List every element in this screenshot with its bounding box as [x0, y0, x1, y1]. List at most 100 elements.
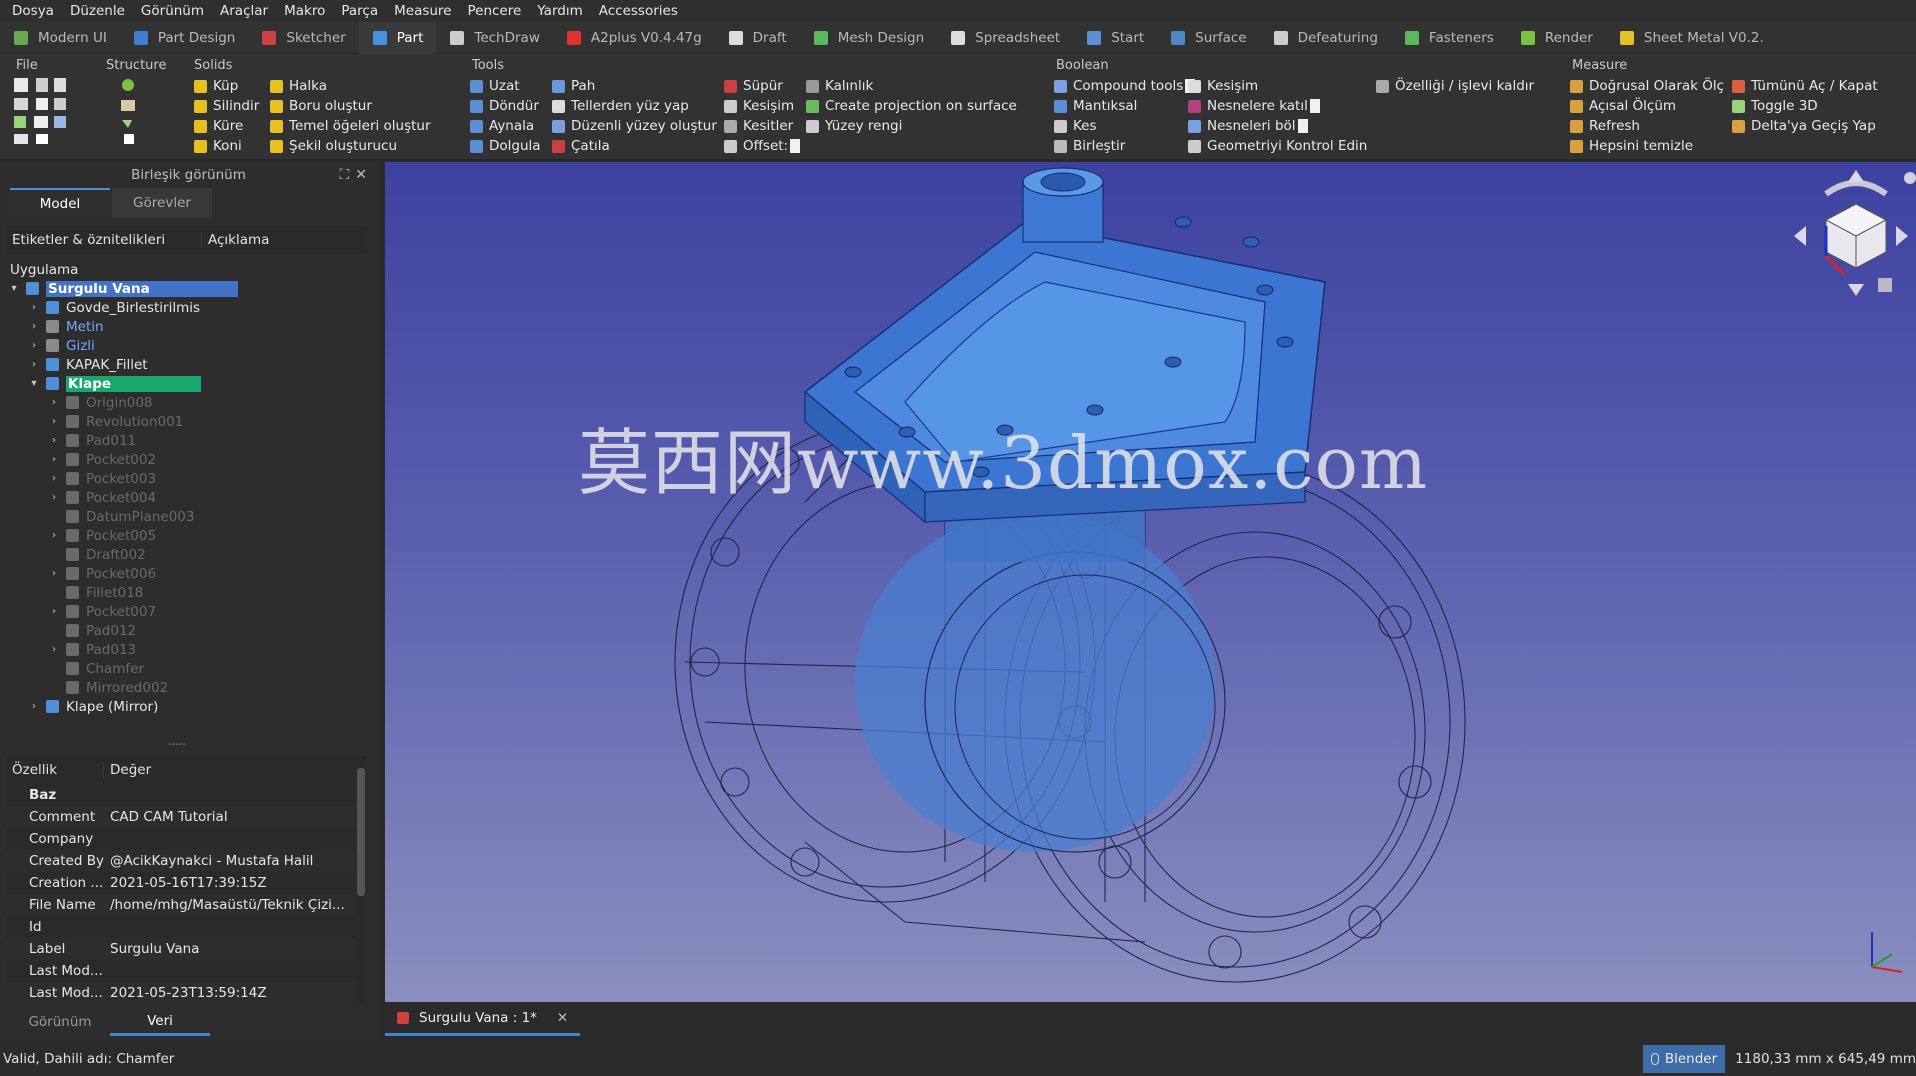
- tree-item-govde-birlestirilmis[interactable]: › Govde_Birlestirilmis: [6, 298, 366, 317]
- menu-ara-lar[interactable]: Araçlar: [212, 3, 276, 19]
- menu-par-a[interactable]: Parça: [333, 3, 386, 19]
- tool-kesi-im[interactable]: Kesişim: [724, 96, 800, 116]
- chevron-right-icon[interactable]: ›: [28, 340, 40, 351]
- chevron-right-icon[interactable]: ›: [48, 454, 60, 465]
- chevron-right-icon[interactable]: ›: [48, 568, 60, 579]
- tool-s-p-r[interactable]: Süpür: [724, 76, 800, 96]
- tool-a-sal-l-m[interactable]: Açısal Ölçüm: [1570, 96, 1724, 116]
- property-row[interactable]: Id: [6, 916, 366, 938]
- splitter-handle[interactable]: -----: [168, 739, 186, 750]
- tree-item-mirrored002[interactable]: Mirrored002: [6, 678, 366, 697]
- close-tab-icon[interactable]: ✕: [557, 1010, 568, 1026]
- workbench-part[interactable]: Part: [358, 21, 437, 54]
- tool-geometriyi-kontrol-edin[interactable]: Geometriyi Kontrol Edin: [1188, 136, 1367, 156]
- 3d-viewport[interactable]: 莫西网www.3dmox.com: [385, 162, 1916, 1002]
- chevron-right-icon[interactable]: ›: [48, 435, 60, 446]
- structure-tool-icons[interactable]: [104, 74, 144, 144]
- tool-do-rusal-olarak-l[interactable]: Doğrusal Olarak Ölç: [1570, 76, 1724, 96]
- chevron-down-icon[interactable]: ▾: [8, 283, 20, 294]
- tree-item-klape[interactable]: ▾ Klape: [6, 374, 366, 393]
- dropdown-indicator[interactable]: [790, 139, 801, 153]
- valve-model[interactable]: [385, 162, 1916, 1002]
- tree-item-pad011[interactable]: › Pad011: [6, 431, 366, 450]
- tree-item-kapak-fillet[interactable]: › KAPAK_Fillet: [6, 355, 366, 374]
- workbench-mesh-design[interactable]: Mesh Design: [800, 22, 937, 54]
- prop-scrollbar[interactable]: [356, 756, 366, 1006]
- tree-item-surgulu-vana[interactable]: ▾ Surgulu Vana: [6, 279, 366, 298]
- property-value[interactable]: 2021-05-16T17:39:15Z: [110, 875, 366, 891]
- tree-item-pocket004[interactable]: › Pocket004: [6, 488, 366, 507]
- chevron-right-icon[interactable]: ›: [48, 397, 60, 408]
- tree-item-pocket006[interactable]: › Pocket006: [6, 564, 366, 583]
- tool-create-projection-on-surface[interactable]: Create projection on surface: [806, 96, 1017, 116]
- property-row[interactable]: Created By @AcikKaynakci - Mustafa Halil: [6, 850, 366, 872]
- tool-hepsini-temizle[interactable]: Hepsini temizle: [1570, 136, 1724, 156]
- workbench-surface[interactable]: Surface: [1157, 22, 1259, 54]
- chevron-right-icon[interactable]: ›: [48, 492, 60, 503]
- tool-d-zenli-y-zey-olu-tur[interactable]: Düzenli yüzey oluştur: [552, 116, 717, 136]
- tool-d-nd-r[interactable]: Döndür: [470, 96, 541, 116]
- tool-nesnelere-kat-l[interactable]: Nesnelere katıl: [1188, 96, 1367, 116]
- tool-delta-ya-ge-i-yap[interactable]: Delta'ya Geçiş Yap: [1732, 116, 1878, 136]
- tree-item-pocket002[interactable]: › Pocket002: [6, 450, 366, 469]
- tree-item-draft002[interactable]: Draft002: [6, 545, 366, 564]
- tool-zelli-i-i-levi-kald-r[interactable]: Özelliği / işlevi kaldır: [1376, 76, 1534, 96]
- property-row[interactable]: Last Mod...: [6, 960, 366, 982]
- workbench-start[interactable]: Start: [1073, 22, 1157, 54]
- tool-mant-ksal[interactable]: Mantıksal: [1054, 96, 1195, 116]
- menu-measure[interactable]: Measure: [386, 3, 459, 19]
- property-row[interactable]: Comment CAD CAM Tutorial: [6, 806, 366, 828]
- workbench-modern-ui[interactable]: Modern UI: [0, 22, 120, 54]
- workbench-fasteners[interactable]: Fasteners: [1391, 22, 1507, 54]
- tool-nesneleri-b-l[interactable]: Nesneleri böl: [1188, 116, 1367, 136]
- menu-g-r-n-m[interactable]: Görünüm: [133, 3, 212, 19]
- workbench-part-design[interactable]: Part Design: [120, 22, 249, 54]
- property-row[interactable]: Creation ... 2021-05-16T17:39:15Z: [6, 872, 366, 894]
- tool-offset[interactable]: Offset:: [724, 136, 801, 156]
- workbench-spreadsheet[interactable]: Spreadsheet: [937, 22, 1073, 54]
- tab-view[interactable]: Görünüm: [10, 1008, 110, 1036]
- tool-kal-nl-k[interactable]: Kalınlık: [806, 76, 1017, 96]
- chevron-right-icon[interactable]: ›: [28, 321, 40, 332]
- menu-pencere[interactable]: Pencere: [459, 3, 529, 19]
- chevron-right-icon[interactable]: ›: [28, 701, 40, 712]
- tool-k-p[interactable]: Küp: [194, 76, 259, 96]
- tree-item-chamfer[interactable]: Chamfer: [6, 659, 366, 678]
- float-icon[interactable]: ⛶: [339, 167, 349, 183]
- property-row[interactable]: Last Mod... 2021-05-23T13:59:14Z: [6, 982, 366, 1004]
- chevron-right-icon[interactable]: ›: [48, 606, 60, 617]
- tool-birle-tir[interactable]: Birleştir: [1054, 136, 1195, 156]
- tree-item-fillet018[interactable]: Fillet018: [6, 583, 366, 602]
- tool-toggle-3d[interactable]: Toggle 3D: [1732, 96, 1878, 116]
- tool-aynala[interactable]: Aynala: [470, 116, 541, 136]
- tree-item-datumplane003[interactable]: DatumPlane003: [6, 507, 366, 526]
- tab-data[interactable]: Veri: [110, 1008, 210, 1036]
- tool-tellerden-y-z-yap[interactable]: Tellerden yüz yap: [552, 96, 717, 116]
- menu-dosya[interactable]: Dosya: [4, 3, 62, 19]
- prop-col-name[interactable]: Özellik: [6, 762, 104, 778]
- property-row[interactable]: File Name/home/mhg/Masaüstü/Teknik Çizi.…: [6, 894, 366, 916]
- tree-item-pad012[interactable]: Pad012: [6, 621, 366, 640]
- tool-kesi-im[interactable]: Kesişim: [1188, 76, 1367, 96]
- tool-koni[interactable]: Koni: [194, 136, 259, 156]
- tool-kes[interactable]: Kes: [1054, 116, 1195, 136]
- workbench-draft[interactable]: Draft: [715, 22, 800, 54]
- chevron-right-icon[interactable]: ›: [48, 530, 60, 541]
- workbench-defeaturing[interactable]: Defeaturing: [1260, 22, 1391, 54]
- chevron-right-icon[interactable]: ›: [28, 359, 40, 370]
- tree-item-pocket005[interactable]: › Pocket005: [6, 526, 366, 545]
- file-tool-icons[interactable]: [14, 74, 74, 144]
- workbench-sketcher[interactable]: Sketcher: [248, 22, 358, 54]
- tool-refresh[interactable]: Refresh: [1570, 116, 1724, 136]
- tree-item-metin[interactable]: › Metin: [6, 317, 366, 336]
- menu-makro[interactable]: Makro: [276, 3, 333, 19]
- tree-item-gizli[interactable]: › Gizli: [6, 336, 366, 355]
- menu-accessories[interactable]: Accessories: [591, 3, 686, 19]
- chevron-right-icon[interactable]: ›: [28, 302, 40, 313]
- property-value[interactable]: Surgulu Vana: [110, 941, 366, 957]
- chevron-right-icon[interactable]: ›: [48, 416, 60, 427]
- chevron-down-icon[interactable]: ▾: [28, 378, 40, 389]
- menu-d-zenle[interactable]: Düzenle: [62, 3, 133, 19]
- tab-model[interactable]: Model: [10, 188, 110, 218]
- property-value[interactable]: CAD CAM Tutorial: [110, 809, 366, 825]
